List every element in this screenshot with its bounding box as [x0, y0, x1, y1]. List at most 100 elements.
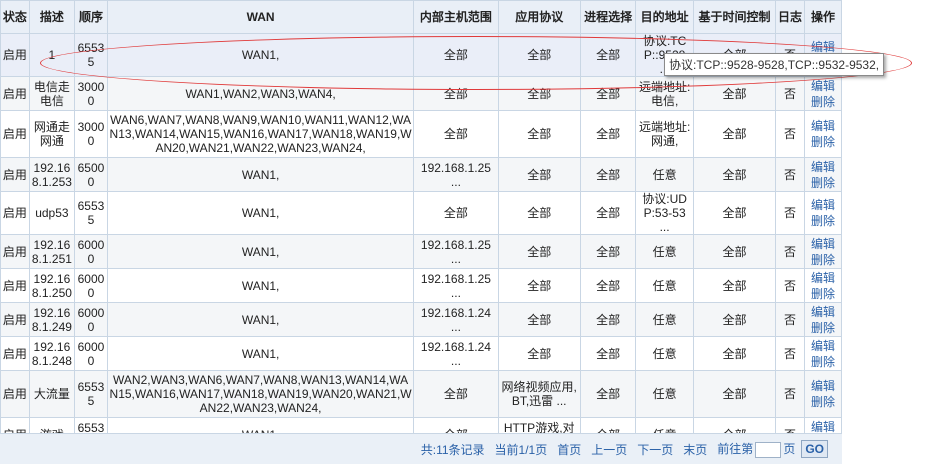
- order-cell: 60000: [74, 336, 108, 371]
- time-control-cell: 全部: [692, 268, 777, 303]
- desc-cell: 网通走网通: [28, 110, 76, 158]
- desc-cell: 192.168.1.249: [28, 302, 76, 337]
- internal-range-cell: 全部: [413, 370, 499, 418]
- actions-cell: 编辑删除: [803, 370, 843, 418]
- desc-cell: 大流量: [28, 370, 76, 418]
- log-cell: 否: [775, 370, 805, 418]
- table-row: 启用 192.168.1.250 60000 WAN1, 192.168.1.25 ..…: [0, 268, 843, 303]
- status-cell: 启用: [0, 302, 30, 337]
- current-page: 当前1/1页: [494, 442, 548, 457]
- delete-link[interactable]: 删除: [806, 394, 840, 410]
- protocol-cell: 全部: [497, 76, 581, 111]
- process-cell: 全部: [579, 157, 637, 192]
- edit-link[interactable]: 编辑: [806, 304, 840, 320]
- order-cell: 30000: [74, 76, 108, 111]
- actions-cell: 编辑删除: [803, 110, 843, 158]
- delete-link[interactable]: 删除: [806, 252, 840, 268]
- col-status: 状态: [0, 0, 30, 34]
- table-row: 启用 192.168.1.251 60000 WAN1, 192.168.1.25 ..…: [0, 234, 843, 269]
- actions-cell: 编辑删除: [803, 234, 843, 269]
- internal-range-cell: 192.168.1.24 ...: [413, 302, 499, 337]
- col-order: 顺序: [74, 0, 108, 34]
- actions-cell: 编辑删除: [803, 191, 843, 235]
- table-row: 启用 大流量 65535 WAN2,WAN3,WAN6,WAN7,WAN8,WAN13…: [0, 370, 843, 418]
- order-cell: 65535: [74, 33, 108, 77]
- order-cell: 65000: [74, 157, 108, 192]
- edit-link[interactable]: 编辑: [806, 378, 840, 394]
- edit-link[interactable]: 编辑: [806, 118, 840, 134]
- dest-cell: 任意: [635, 234, 694, 269]
- edit-link[interactable]: 编辑: [806, 338, 840, 354]
- wan-cell: WAN1,: [106, 234, 415, 269]
- delete-link[interactable]: 删除: [806, 175, 840, 191]
- go-button[interactable]: GO: [801, 440, 828, 458]
- actions-cell: 编辑删除: [803, 157, 843, 192]
- time-control-cell: 全部: [692, 157, 777, 192]
- desc-cell: 192.168.1.253: [28, 157, 76, 192]
- protocol-cell: 全部: [497, 110, 581, 158]
- delete-link[interactable]: 删除: [806, 354, 840, 370]
- prev-page-link[interactable]: 上一页: [591, 441, 627, 458]
- pagination-bar: 共:11条记录 当前1/1页 首页 上一页 下一页 末页 前往第 页 GO: [0, 433, 842, 464]
- actions-cell: 编辑删除: [803, 336, 843, 371]
- internal-range-cell: 全部: [413, 191, 499, 235]
- table-row: 启用 192.168.1.253 65000 WAN1, 192.168.1.25 ..…: [0, 157, 843, 192]
- delete-link[interactable]: 删除: [806, 213, 840, 229]
- process-cell: 全部: [579, 76, 637, 111]
- protocol-cell: 全部: [497, 191, 581, 235]
- table-header-row: 状态 描述 顺序 WAN 内部主机范围 应用协议 进程选择 目的地址 基于时间控…: [0, 0, 843, 34]
- protocol-cell: 网络视频应用,BT,迅雷 ...: [497, 370, 581, 418]
- dest-cell: 协议:UDP:53-53 ...: [635, 191, 694, 235]
- process-cell: 全部: [579, 268, 637, 303]
- status-cell: 启用: [0, 336, 30, 371]
- delete-link[interactable]: 删除: [806, 320, 840, 336]
- time-control-cell: 全部: [692, 234, 777, 269]
- last-page-link[interactable]: 末页: [683, 441, 707, 458]
- time-control-cell: 全部: [692, 110, 777, 158]
- status-cell: 启用: [0, 234, 30, 269]
- edit-link[interactable]: 编辑: [806, 197, 840, 213]
- status-cell: 启用: [0, 33, 30, 77]
- delete-link[interactable]: 删除: [806, 286, 840, 302]
- dest-cell: 任意: [635, 157, 694, 192]
- goto-suffix: 页: [783, 442, 796, 456]
- col-process: 进程选择: [579, 0, 637, 34]
- protocol-cell: 全部: [497, 268, 581, 303]
- protocol-cell: 全部: [497, 302, 581, 337]
- internal-range-cell: 192.168.1.25 ...: [413, 157, 499, 192]
- log-cell: 否: [775, 157, 805, 192]
- goto-page: 前往第 页: [717, 440, 795, 458]
- dest-cell: 任意: [635, 268, 694, 303]
- process-cell: 全部: [579, 370, 637, 418]
- edit-link[interactable]: 编辑: [806, 78, 840, 94]
- edit-link[interactable]: 编辑: [806, 236, 840, 252]
- log-cell: 否: [775, 234, 805, 269]
- col-internal: 内部主机范围: [413, 0, 499, 34]
- desc-cell: 192.168.1.251: [28, 234, 76, 269]
- log-cell: 否: [775, 302, 805, 337]
- wan-cell: WAN1,WAN2,WAN3,WAN4,: [106, 76, 415, 111]
- dest-tooltip: 协议:TCP::9528-9528,TCP::9532-9532,: [664, 53, 885, 76]
- edit-link[interactable]: 编辑: [806, 159, 840, 175]
- goto-prefix: 前往第: [717, 442, 754, 456]
- delete-link[interactable]: 删除: [806, 94, 840, 110]
- wan-cell: WAN6,WAN7,WAN8,WAN9,WAN10,WAN11,WAN12,WA…: [106, 110, 415, 158]
- table-row: 启用 电信走电信 30000 WAN1,WAN2,WAN3,WAN4, 全部 全部 全部 远端…: [0, 76, 843, 111]
- status-cell: 启用: [0, 157, 30, 192]
- page-number-input[interactable]: [755, 442, 782, 458]
- delete-link[interactable]: 删除: [806, 134, 840, 150]
- col-protocol: 应用协议: [497, 0, 581, 34]
- time-control-cell: 全部: [692, 336, 777, 371]
- col-log: 日志: [775, 0, 805, 34]
- first-page-link[interactable]: 首页: [557, 441, 581, 458]
- desc-cell: 1: [28, 33, 76, 77]
- wan-cell: WAN1,: [106, 191, 415, 235]
- time-control-cell: 全部: [692, 76, 777, 111]
- wan-cell: WAN1,: [106, 302, 415, 337]
- internal-range-cell: 全部: [413, 76, 499, 111]
- next-page-link[interactable]: 下一页: [637, 441, 673, 458]
- log-cell: 否: [775, 268, 805, 303]
- order-cell: 60000: [74, 234, 108, 269]
- edit-link[interactable]: 编辑: [806, 270, 840, 286]
- status-cell: 启用: [0, 370, 30, 418]
